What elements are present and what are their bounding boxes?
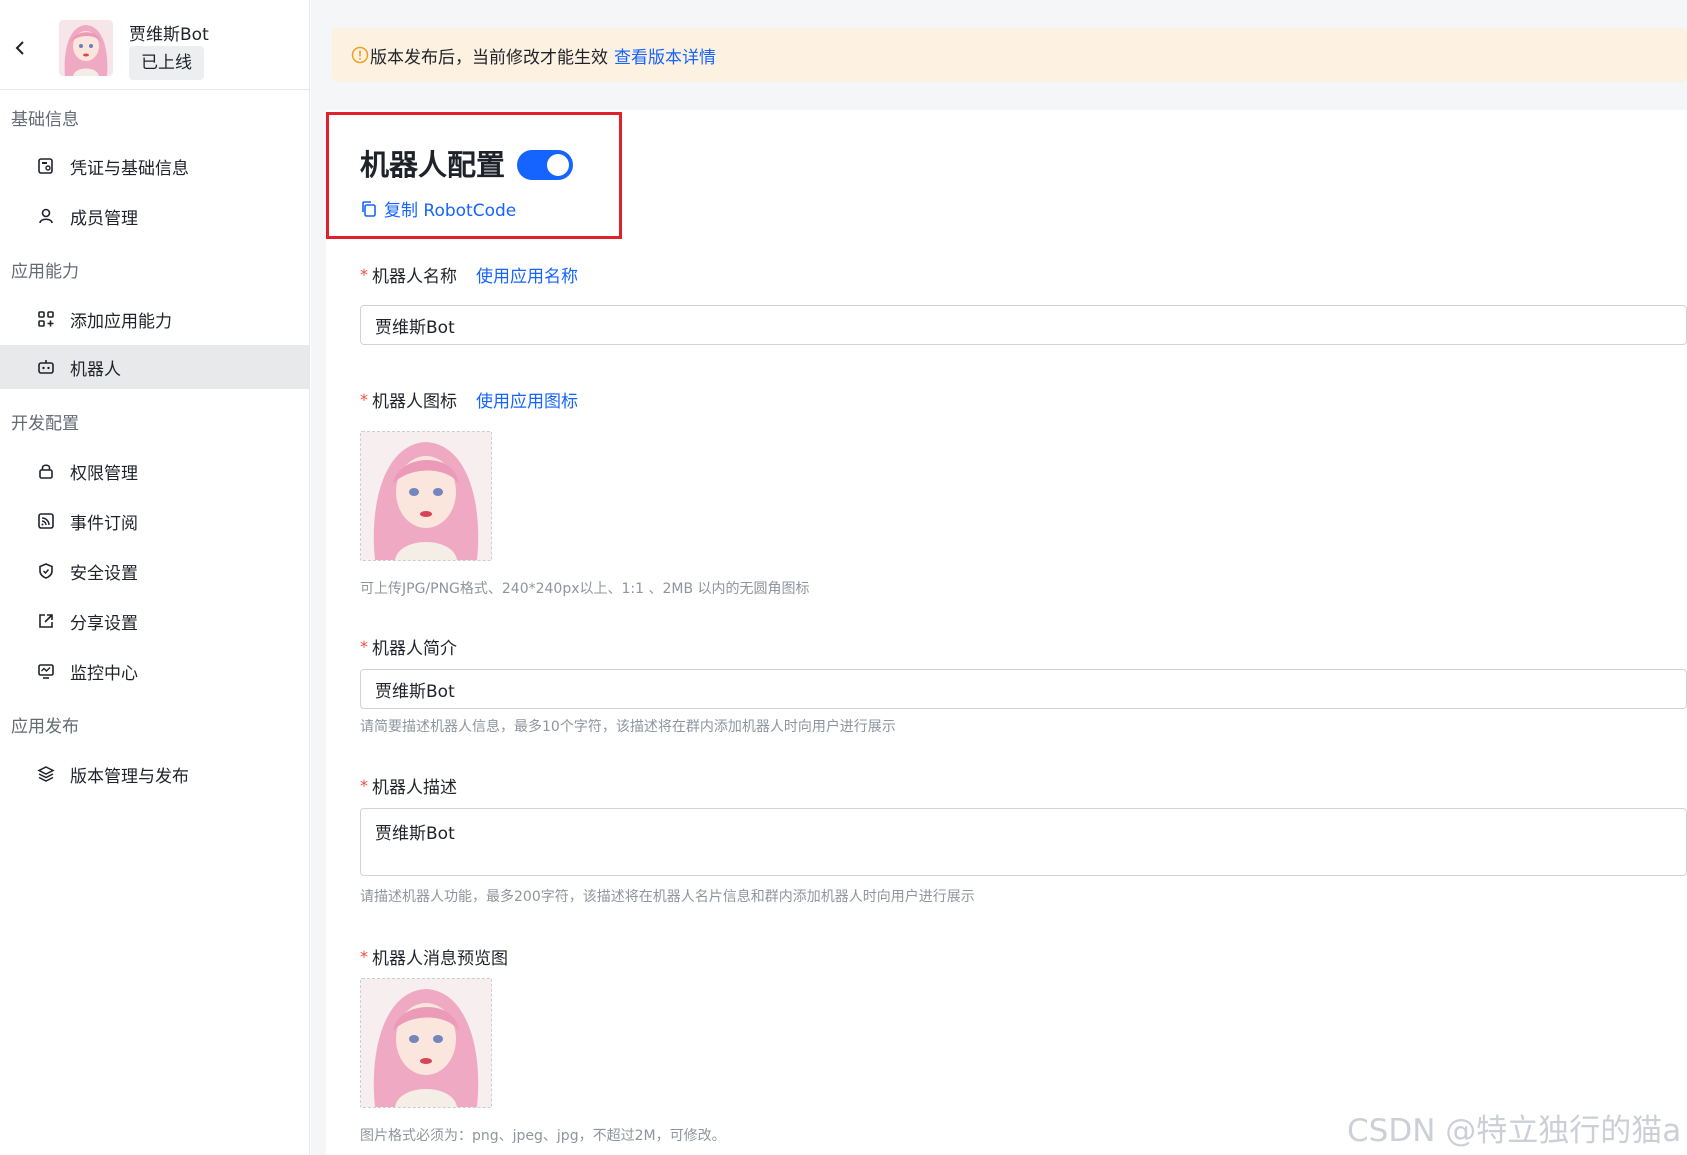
group-title-dev: 开发配置 — [11, 414, 79, 434]
group-title-capabilities: 应用能力 — [11, 262, 79, 282]
avatar-image — [59, 20, 113, 76]
sidebar-item-label: 版本管理与发布 — [70, 766, 189, 787]
share-icon — [36, 611, 56, 631]
use-app-icon-link[interactable]: 使用应用图标 — [476, 387, 578, 412]
sidebar-item-versions[interactable]: 版本管理与发布 — [0, 752, 309, 796]
robot-preview-upload[interactable] — [360, 978, 492, 1108]
required-mark: * — [360, 265, 368, 284]
sidebar-item-share[interactable]: 分享设置 — [0, 599, 309, 643]
sidebar-item-label: 凭证与基础信息 — [70, 158, 189, 179]
sidebar-item-credentials[interactable]: 凭证与基础信息 — [0, 144, 309, 188]
notice-text: 版本发布后，当前修改才能生效 — [370, 47, 608, 68]
robot-desc-textarea[interactable]: 贾维斯Bot — [360, 808, 1687, 876]
robot-intro-label: * 机器人简介 — [360, 634, 457, 659]
user-icon — [36, 206, 56, 226]
sidebar-header: 贾维斯Bot 已上线 — [0, 0, 309, 90]
robot-intro-help: 请简要描述机器人信息，最多10个字符，该描述将在群内添加机器人时向用户进行展示 — [360, 719, 896, 735]
sidebar-item-label: 分享设置 — [70, 613, 138, 634]
credential-icon — [36, 156, 56, 176]
chevron-left-icon — [15, 41, 24, 55]
version-details-link[interactable]: 查看版本详情 — [614, 43, 716, 68]
robot-intro-input[interactable] — [360, 669, 1687, 709]
sidebar-item-robot[interactable]: 机器人 — [0, 345, 309, 389]
watermark: CSDN @特立独行的猫a — [1347, 1113, 1682, 1149]
notice-banner: 版本发布后，当前修改才能生效 查看版本详情 — [332, 28, 1687, 82]
sidebar-item-label: 添加应用能力 — [70, 311, 172, 332]
required-mark: * — [360, 776, 368, 795]
group-title-basic: 基础信息 — [11, 110, 79, 130]
sidebar-item-permissions[interactable]: 权限管理 — [0, 449, 309, 493]
app-root: 贾维斯Bot 已上线 基础信息 凭证与基础信息 成员管理 应用能力 添加应用能力 — [0, 0, 1687, 1155]
field-label-text: 机器人名称 — [372, 267, 457, 287]
robot-icon-upload[interactable] — [360, 431, 492, 561]
required-mark: * — [360, 390, 368, 409]
required-mark: * — [360, 637, 368, 656]
robot-name-input[interactable] — [360, 305, 1687, 345]
robot-icon-help: 可上传JPG/PNG格式、240*240px以上、1:1 、2MB 以内的无圆角… — [360, 581, 810, 597]
info-icon — [351, 46, 369, 64]
sidebar-item-security[interactable]: 安全设置 — [0, 549, 309, 593]
robot-desc-help: 请描述机器人功能，最多200字符，该描述将在机器人名片信息和群内添加机器人时向用… — [360, 889, 975, 905]
sidebar-item-label: 机器人 — [70, 359, 121, 380]
toggle-knob — [547, 154, 569, 176]
sidebar-item-label: 成员管理 — [70, 208, 138, 229]
copy-robotcode-button[interactable]: 复制 RobotCode — [360, 196, 516, 221]
copy-icon — [362, 200, 376, 217]
sidebar-item-monitor[interactable]: 监控中心 — [0, 649, 309, 693]
robot-icon-image — [361, 432, 491, 560]
robot-icon-label: * 机器人图标 使用应用图标 — [360, 387, 578, 412]
robot-preview-label: * 机器人消息预览图 — [360, 944, 508, 969]
field-label-text: 机器人图标 — [372, 392, 457, 412]
robot-preview-help: 图片格式必须为：png、jpeg、jpg，不超过2M，可修改。 — [360, 1128, 726, 1144]
preview-image — [361, 979, 491, 1107]
lock-icon — [36, 461, 56, 481]
sidebar-item-members[interactable]: 成员管理 — [0, 194, 309, 238]
rss-icon — [36, 511, 56, 531]
shield-icon — [36, 561, 56, 581]
status-badge: 已上线 — [129, 46, 204, 80]
required-mark: * — [360, 947, 368, 966]
app-name: 贾维斯Bot — [129, 25, 209, 45]
sidebar-item-label: 安全设置 — [70, 563, 138, 584]
field-label-text: 机器人消息预览图 — [372, 949, 508, 969]
robot-enable-toggle[interactable] — [517, 150, 573, 180]
layers-icon — [36, 764, 56, 784]
copy-robotcode-label: 复制 RobotCode — [384, 201, 517, 221]
sidebar: 贾维斯Bot 已上线 基础信息 凭证与基础信息 成员管理 应用能力 添加应用能力 — [0, 0, 310, 1155]
page-title: 机器人配置 — [360, 148, 506, 182]
sidebar-item-label: 监控中心 — [70, 663, 138, 684]
sidebar-item-label: 权限管理 — [70, 463, 138, 484]
use-app-name-link[interactable]: 使用应用名称 — [476, 262, 578, 287]
group-title-release: 应用发布 — [11, 717, 79, 737]
sidebar-item-add-capability[interactable]: 添加应用能力 — [0, 297, 309, 341]
back-button[interactable] — [10, 36, 30, 60]
monitor-icon — [36, 661, 56, 681]
robot-desc-label: * 机器人描述 — [360, 773, 457, 798]
sidebar-item-events[interactable]: 事件订阅 — [0, 499, 309, 543]
app-avatar — [59, 20, 113, 76]
sidebar-item-label: 事件订阅 — [70, 513, 138, 534]
robot-icon — [36, 357, 56, 377]
apps-add-icon — [36, 309, 56, 329]
field-label-text: 机器人描述 — [372, 778, 457, 798]
robot-name-label: * 机器人名称 使用应用名称 — [360, 262, 578, 287]
field-label-text: 机器人简介 — [372, 639, 457, 659]
